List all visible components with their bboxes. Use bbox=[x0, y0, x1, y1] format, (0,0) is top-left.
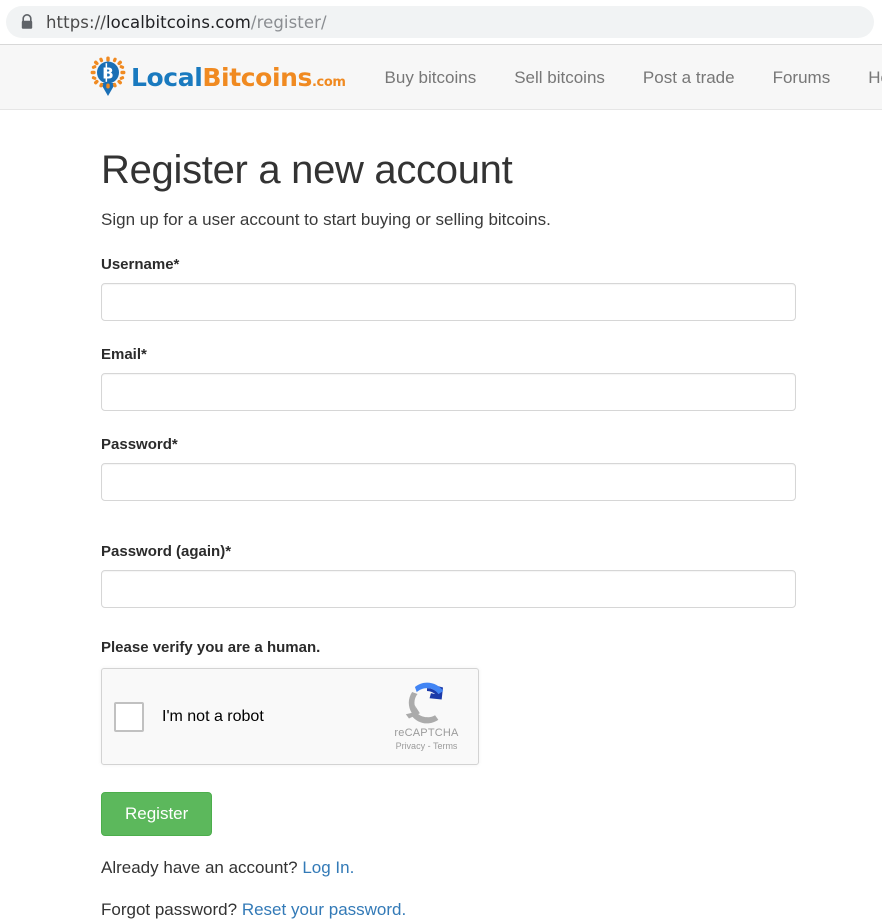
forgot-password-text: Forgot password? bbox=[101, 899, 238, 919]
recaptcha-checkbox-label: I'm not a robot bbox=[162, 707, 264, 725]
lock-icon bbox=[21, 14, 33, 29]
brand-name-bitcoins: Bitcoins bbox=[202, 62, 312, 92]
recaptcha-check-area[interactable]: I'm not a robot bbox=[102, 701, 383, 732]
recaptcha-arrows-icon bbox=[405, 682, 443, 724]
username-label: Username* bbox=[101, 256, 180, 274]
nav-label: Buy bitcoins bbox=[384, 67, 477, 87]
brand-name: LocalBitcoins.com bbox=[131, 65, 346, 90]
forgot-password-line: Forgot password? Reset your password. bbox=[101, 900, 882, 920]
register-button[interactable]: Register bbox=[101, 792, 213, 836]
password-again-input[interactable] bbox=[101, 570, 796, 609]
login-prompt-line: Already have an account? Log In. bbox=[101, 858, 882, 878]
url-path: /register/ bbox=[250, 12, 327, 32]
page-subtitle: Sign up for a user account to start buyi… bbox=[101, 210, 551, 229]
password-input[interactable] bbox=[101, 463, 796, 502]
password-label: Password* bbox=[101, 436, 178, 454]
brand-logo-link[interactable]: B LocalBitcoins.com bbox=[90, 56, 346, 98]
recaptcha-branding: reCAPTCHA Privacy - Terms bbox=[383, 680, 478, 753]
email-input[interactable] bbox=[101, 373, 796, 412]
recaptcha-terms-link[interactable]: Terms bbox=[433, 741, 458, 751]
nav-label: Help bbox=[868, 67, 882, 87]
log-in-link[interactable]: Log In. bbox=[302, 858, 354, 877]
reset-password-link[interactable]: Reset your password. bbox=[242, 900, 406, 919]
site-header: B LocalBitcoins.com Buy bitcoins Sell bi… bbox=[0, 45, 882, 110]
brand-name-local: Local bbox=[131, 62, 203, 92]
page-title: Register a new account bbox=[101, 148, 513, 192]
password-again-label: Password (again)* bbox=[101, 543, 232, 561]
address-bar[interactable]: https://localbitcoins.com/register/ bbox=[6, 6, 874, 38]
brand-name-tld: .com bbox=[312, 74, 346, 90]
main-navigation: Buy bitcoins Sell bitcoins Post a trade … bbox=[366, 45, 882, 109]
username-input[interactable] bbox=[101, 283, 796, 322]
nav-item-help[interactable]: Help bbox=[849, 45, 882, 110]
url-text: https://localbitcoins.com/register/ bbox=[46, 13, 327, 32]
password-again-field-group: Password (again)* bbox=[101, 543, 882, 609]
register-form: Username* Email* Password* Password (aga… bbox=[101, 256, 882, 836]
recaptcha-legal-separator: - bbox=[427, 741, 431, 752]
register-page-content: Register a new account Sign up for a use… bbox=[0, 147, 882, 920]
localbitcoins-pin-logo-icon: B bbox=[90, 56, 126, 96]
captcha-heading: Please verify you are a human. bbox=[101, 639, 321, 657]
email-field-group: Email* bbox=[101, 346, 882, 412]
password-field-group: Password* bbox=[101, 436, 882, 502]
login-prompt-text: Already have an account? bbox=[101, 857, 298, 877]
nav-item-buy-bitcoins[interactable]: Buy bitcoins bbox=[366, 45, 496, 110]
url-host: localbitcoins.com bbox=[105, 12, 251, 32]
email-label: Email* bbox=[101, 346, 147, 364]
username-field-group: Username* bbox=[101, 256, 882, 322]
nav-label: Post a trade bbox=[642, 67, 735, 87]
svg-text:B: B bbox=[102, 65, 113, 83]
recaptcha-legal-links: Privacy - Terms bbox=[383, 740, 470, 753]
nav-item-forums[interactable]: Forums bbox=[754, 45, 850, 110]
nav-label: Forums bbox=[772, 67, 831, 87]
url-scheme: https:// bbox=[46, 12, 106, 32]
recaptcha-checkbox[interactable] bbox=[114, 701, 144, 732]
nav-label: Sell bitcoins bbox=[514, 67, 605, 87]
nav-item-sell-bitcoins[interactable]: Sell bitcoins bbox=[495, 45, 624, 110]
recaptcha-brand-name: reCAPTCHA bbox=[394, 727, 459, 740]
browser-url-bar: https://localbitcoins.com/register/ bbox=[0, 0, 882, 45]
recaptcha-privacy-link[interactable]: Privacy bbox=[396, 741, 426, 751]
recaptcha-widget[interactable]: I'm not a robot reCAPTCHA Privacy - Term… bbox=[101, 668, 479, 766]
nav-item-post-a-trade[interactable]: Post a trade bbox=[624, 45, 754, 110]
